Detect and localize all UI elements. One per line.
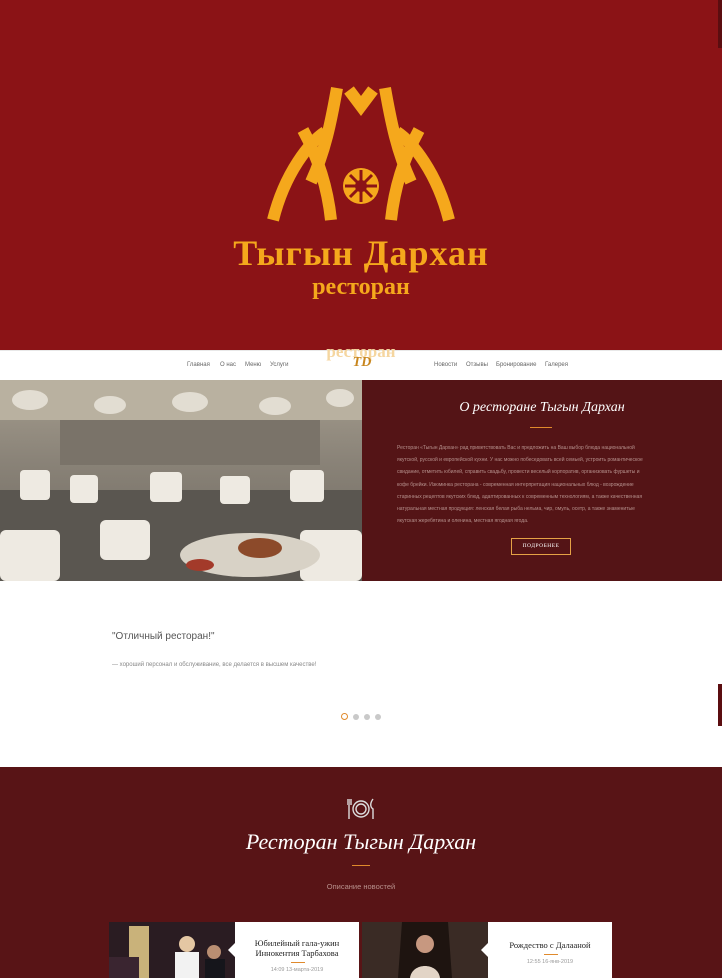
nav-link-home[interactable]: Главная — [187, 362, 210, 368]
hero-banner: Тыгын Дархан ресторан — [0, 0, 722, 350]
news-card-title-line: Иннокентия Тарбахова — [255, 948, 339, 958]
nav-link-about[interactable]: О нас — [220, 362, 236, 368]
about-line: старинных рецептов якутских блюд, адапти… — [397, 493, 643, 500]
about-divider — [530, 427, 552, 428]
nav-link-services[interactable]: Услуги — [270, 362, 288, 368]
carousel-dot-1[interactable] — [341, 713, 348, 720]
card-notch — [228, 943, 235, 957]
about-line: якутской, русской и европейской кухни. У… — [397, 457, 643, 464]
carousel-dot-2[interactable] — [353, 714, 359, 720]
news-card-title-line: Рождество с Далааной — [509, 940, 591, 950]
about-text: Ресторан «Тыгын Дархан» рад приветствова… — [397, 442, 687, 527]
news-card-title-line: Юбилейный гала-ужин — [254, 938, 340, 948]
news-card-image — [362, 922, 488, 978]
card-divider — [291, 962, 305, 963]
news-subtitle: Описание новостей — [326, 882, 396, 891]
review-text: — хороший персонал и обслуживание, все д… — [112, 662, 317, 668]
card-notch — [481, 943, 488, 957]
news-card-title: Рождество с Далааной — [488, 940, 612, 950]
about-line: Ресторан «Тыгын Дархан» рад приветствова… — [397, 445, 635, 451]
logo-subtitle: ресторан — [312, 274, 410, 300]
card-divider — [544, 954, 558, 955]
banquet-hall-photo — [0, 380, 362, 581]
news-card-date: 14:09 13-марта-2019 — [270, 967, 324, 973]
news-section: Ресторан Тыгын Дархан Описание новостей … — [0, 767, 722, 978]
nav-link-reviews[interactable]: Отзывы — [466, 362, 488, 368]
nav-link-news[interactable]: Новости — [434, 362, 457, 368]
news-card[interactable]: Юбилейный гала-ужин Иннокентия Тарбахова … — [109, 922, 359, 978]
about-line: свидание, отметить юбилей, справить свад… — [397, 469, 640, 476]
news-card-title: Юбилейный гала-ужин Иннокентия Тарбахова — [235, 938, 359, 958]
about-line: якутская жеребятина и оленина, местная я… — [397, 518, 529, 525]
page-scrollbar[interactable] — [718, 0, 722, 48]
plate-fork-knife-icon — [347, 798, 374, 819]
news-divider — [352, 865, 370, 866]
restaurant-logo-icon — [267, 86, 455, 222]
nav-link-booking[interactable]: Бронирование — [496, 362, 536, 368]
about-line: натуральная местная продукция: ленская б… — [397, 506, 635, 513]
review-quote: "Отличный ресторан!" — [112, 631, 215, 642]
about-section: О ресторане Тыгын Дархан Ресторан «Тыгын… — [362, 380, 722, 581]
carousel-dot-4[interactable] — [375, 714, 381, 720]
nav-logo[interactable]: TD — [342, 355, 382, 371]
more-button[interactable]: ПОДРОБНЕЕ — [511, 538, 571, 555]
about-line: кофе брейки. Изюминка ресторана - соврем… — [397, 481, 634, 488]
nav-link-menu[interactable]: Меню — [245, 362, 261, 368]
nav-link-gallery[interactable]: Галерея — [545, 362, 568, 368]
scroll-indicator[interactable] — [718, 684, 722, 726]
news-card[interactable]: Рождество с Далааной 12:55 16-янв-2019 — [362, 922, 612, 978]
news-card-image — [109, 922, 235, 978]
logo-title: Тыгын Дархан — [233, 233, 489, 273]
news-card-date: 12:55 16-янв-2019 — [526, 959, 574, 965]
news-title: Ресторан Тыгын Дархан — [245, 829, 477, 854]
about-title: О ресторане Тыгын Дархан — [459, 400, 625, 415]
carousel-dot-3[interactable] — [364, 714, 370, 720]
